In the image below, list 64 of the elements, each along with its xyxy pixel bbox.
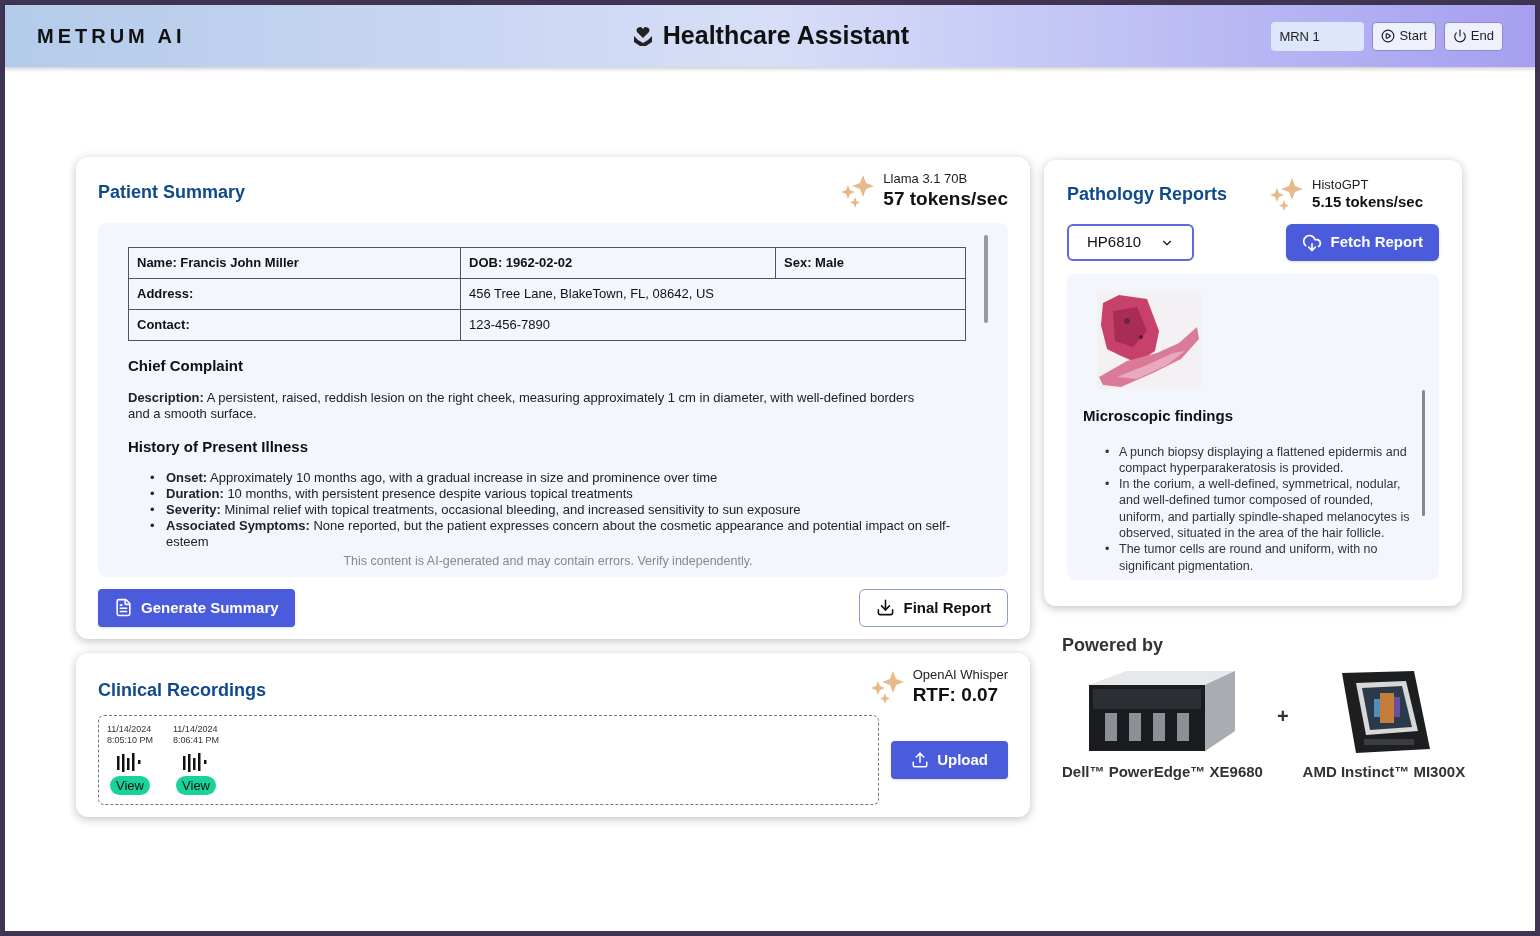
recording-date: 11/14/2024 <box>107 723 152 735</box>
model-speed: 57 tokens/sec <box>883 187 1008 211</box>
finding-item: A punch biopsy displaying a flattened epidermis and compact hyperparakeratosis is provided. <box>1119 443 1408 477</box>
document-icon <box>114 598 133 618</box>
start-icon <box>1381 29 1396 43</box>
view-button[interactable]: View <box>176 775 216 795</box>
bullet-marker: • <box>150 470 156 486</box>
sparkle-icon <box>839 173 876 209</box>
section-heading: Microscopic findings <box>1083 406 1234 426</box>
table-cell: Name: Francis John Miller <box>128 247 461 279</box>
bullet-marker: • <box>1105 541 1111 559</box>
model-speed: RTF: 0.07 <box>912 683 1000 707</box>
table-cell: Contact: <box>128 309 461 341</box>
final-report-button[interactable]: Final Report <box>859 588 1008 627</box>
model-name: OpenAI Whisper <box>912 666 1008 683</box>
hardware-label: AMD Instinct™ MI300X <box>1302 761 1466 782</box>
upload-icon <box>911 750 930 769</box>
power-icon <box>1452 29 1467 43</box>
end-button[interactable]: End <box>1443 21 1503 51</box>
history-item: Severity: Minimal relief with topical treatments, occasional bleeding, and increased sensitivity to sun exposure <box>166 502 802 518</box>
section-heading: History of Present Illness <box>128 436 310 457</box>
card-title: Patient Summary <box>98 181 246 204</box>
ai-disclaimer: This content is AI-generated and may contain errors. Verify independently. <box>343 553 753 570</box>
bullet-marker: • <box>150 518 156 535</box>
hardware-label: Dell™ PowerEdge™ XE9680 <box>1062 761 1263 782</box>
download-icon <box>876 598 896 618</box>
card-title: Pathology Reports <box>1067 182 1227 206</box>
model-speed: 5.15 tokens/sec <box>1312 192 1423 212</box>
recording-time: 8:05:10 PM <box>107 734 154 746</box>
table-cell: 456 Tree Lane, BlakeTown, FL, 08642, US <box>460 278 966 310</box>
description-text: Description: A persistent, raised, reddish lesion on the right cheek, measuring approximately 1 cm in diameter, with well-defined borders and a smooth surface. <box>128 389 916 422</box>
model-name: Llama 3.1 70B <box>883 171 969 188</box>
upload-button[interactable]: Upload <box>891 740 1008 779</box>
waveform-icon <box>116 751 144 772</box>
view-button[interactable]: View <box>110 775 150 795</box>
app-title: Healthcare Assistant <box>662 20 910 52</box>
powered-by-title: Powered by <box>1062 633 1165 657</box>
history-item: Associated Symptoms: None reported, but the patient expresses concern about the cosmetic appearance and potential impact on self-esteem <box>166 518 952 550</box>
logo: METRUM AI <box>37 24 187 49</box>
model-name: HistoGPT <box>1312 176 1370 193</box>
fetch-report-button[interactable]: Fetch Report <box>1286 224 1439 261</box>
start-button[interactable]: Start <box>1372 21 1436 51</box>
bullet-marker: • <box>150 502 156 518</box>
card-title: Clinical Recordings <box>98 678 267 702</box>
history-item: Duration: 10 months, with persistent presence despite various topical treatments <box>166 486 634 502</box>
mrn-field[interactable]: MRN 1 <box>1271 21 1365 51</box>
bullet-marker: • <box>1105 476 1111 494</box>
table-cell: DOB: 1962-02-02 <box>460 247 776 279</box>
finding-item: The tumor cells are round and uniform, with no significant pigmentation. <box>1119 541 1379 574</box>
bullet-marker: • <box>150 486 156 502</box>
recording-date: 11/14/2024 <box>173 723 218 735</box>
report-select[interactable]: HP6810 <box>1067 224 1194 261</box>
sparkle-icon <box>1268 176 1305 212</box>
table-cell: 123-456-7890 <box>460 309 966 341</box>
section-heading: Chief Complaint <box>128 356 244 376</box>
plus-sign: + <box>1276 704 1289 730</box>
table-cell: Address: <box>128 278 461 310</box>
generate-summary-button[interactable]: Generate Summary <box>98 588 295 627</box>
cloud-download-icon <box>1302 232 1323 253</box>
bullet-marker: • <box>1105 443 1111 461</box>
history-item: Onset: Approximately 10 months ago, with a gradual increase in size and prominence over time <box>166 470 719 486</box>
recording-time: 8:06:41 PM <box>173 734 220 746</box>
table-cell: Sex: Male <box>775 247 966 279</box>
finding-item: In the corium, a well-defined, symmetrical, nodular, and well-defined tumor composed of rounded, uniform, and partially spindle-shaped melanocytes is observed, situated in the area of the hair follicle. <box>1119 476 1411 542</box>
